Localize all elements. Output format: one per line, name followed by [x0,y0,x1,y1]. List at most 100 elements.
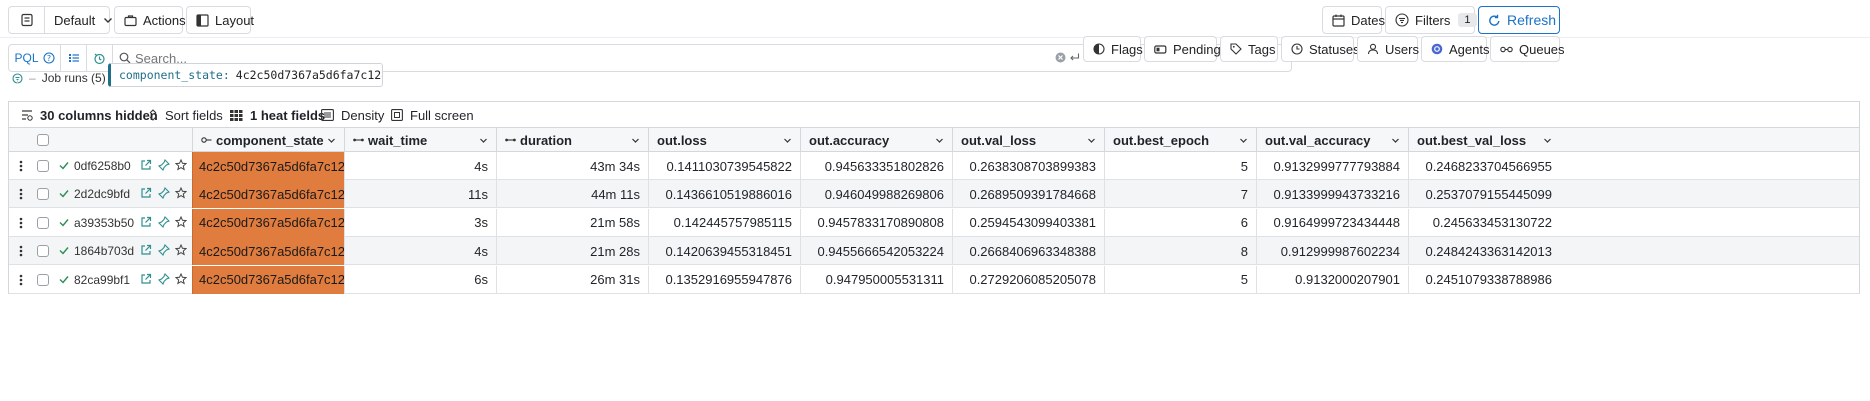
best-val-loss-cell[interactable]: 0.245633453130722 [1408,208,1560,237]
best-val-loss-cell[interactable]: 0.2468233704566955 [1408,152,1560,180]
row-menu-icon[interactable] [19,160,23,172]
val-accuracy-cell[interactable]: 0.9132999777793884 [1256,152,1408,180]
pin-icon[interactable] [158,215,170,228]
component-state-cell[interactable]: 4c2c50d7367a5d6fa7c128... [192,208,344,237]
clear-search-icon[interactable] [1055,52,1066,63]
val-loss-cell[interactable]: 0.2638308703899383 [952,152,1104,180]
list-view-toggle[interactable] [61,45,87,71]
chevron-down-icon[interactable] [1391,136,1400,145]
column-header-component-state[interactable]: component_state [192,128,344,152]
tags-filter-button[interactable]: Tags [1220,36,1278,62]
pin-icon[interactable] [158,159,170,171]
best-val-loss-cell[interactable]: 0.2451079338788986 [1408,265,1560,294]
row-checkbox[interactable] [37,188,49,201]
pending-filter-button[interactable]: Pending [1144,36,1221,62]
run-id[interactable]: 82ca99bf1 [74,273,130,287]
column-header-out-best-epoch[interactable]: out.best_epoch [1104,128,1256,152]
accuracy-cell[interactable]: 0.946049988269806 [800,180,952,209]
full-screen-button[interactable]: Full screen [391,102,474,128]
row-menu-icon[interactable] [19,217,23,229]
val-accuracy-cell[interactable]: 0.912999987602234 [1256,237,1408,266]
row-checkbox[interactable] [37,216,49,229]
wait-time-cell[interactable]: 4s [344,152,496,180]
best-epoch-cell[interactable]: 5 [1104,152,1256,180]
wait-time-cell[interactable]: 11s [344,180,496,209]
component-state-cell[interactable]: 4c2c50d7367a5d6fa7c128... [192,237,344,266]
component-state-cell[interactable]: 4c2c50d7367a5d6fa7c128... [192,180,344,209]
pql-mode-toggle[interactable]: PQL ? [9,45,61,71]
queues-filter-button[interactable]: Queues [1490,36,1565,62]
accuracy-cell[interactable]: 0.945633351802826 [800,152,952,180]
val-loss-cell[interactable]: 0.2594543099403381 [952,208,1104,237]
row-menu-icon[interactable] [19,188,23,200]
row-menu-icon[interactable] [19,245,23,257]
duration-cell[interactable]: 44m 11s [496,180,648,209]
wait-time-cell[interactable]: 6s [344,265,496,294]
sort-fields-button[interactable]: Sort fields [148,102,223,128]
column-header-duration[interactable]: duration [496,128,648,152]
chevron-down-icon[interactable] [1087,136,1096,145]
agents-filter-button[interactable]: Agents [1421,36,1489,62]
accuracy-cell[interactable]: 0.947950005531311 [800,265,952,294]
chevron-down-icon[interactable] [631,136,640,145]
val-accuracy-cell[interactable]: 0.9132000207901 [1256,265,1408,294]
column-header-out-accuracy[interactable]: out.accuracy [800,128,952,152]
dates-button[interactable]: Dates [1322,6,1385,34]
val-accuracy-cell[interactable]: 0.9133999943733216 [1256,180,1408,209]
chevron-down-icon[interactable] [327,136,336,145]
star-icon[interactable] [175,244,187,256]
best-val-loss-cell[interactable]: 0.2484243363142013 [1408,237,1560,266]
loss-cell[interactable]: 0.1352916955947876 [648,265,800,294]
breadcrumb-job-runs[interactable]: Job runs (5) [42,71,106,85]
heat-fields-button[interactable]: 1 heat fields [230,102,325,128]
duration-cell[interactable]: 21m 58s [496,208,648,237]
best-val-loss-cell[interactable]: 0.2537079155445099 [1408,180,1560,209]
row-checkbox[interactable] [37,273,49,286]
chevron-down-icon[interactable] [783,136,792,145]
pin-icon[interactable] [158,272,170,285]
table-row[interactable]: 2d2dc9bfd 4c2c50d7367a5d6fa7c128... 11s … [9,180,1859,209]
chevron-down-icon[interactable] [1239,136,1248,145]
best-epoch-cell[interactable]: 8 [1104,237,1256,266]
refresh-button[interactable]: Refresh [1478,6,1560,34]
val-accuracy-cell[interactable]: 0.9164999723434448 [1256,208,1408,237]
hidden-columns-button[interactable]: 30 columns hidden [21,102,158,128]
star-icon[interactable] [175,272,187,285]
wait-time-cell[interactable]: 3s [344,208,496,237]
accuracy-cell[interactable]: 0.9455666542053224 [800,237,952,266]
star-icon[interactable] [175,159,187,171]
help-icon[interactable]: ? [42,52,55,64]
filters-button[interactable]: Filters 1 [1385,6,1477,34]
open-external-icon[interactable] [140,216,152,228]
column-header-out-val-accuracy[interactable]: out.val_accuracy [1256,128,1408,152]
loss-cell[interactable]: 0.1436610519886016 [648,180,800,209]
column-header-out-loss[interactable]: out.loss [648,128,800,152]
row-menu-icon[interactable] [19,274,23,286]
select-all-checkbox[interactable] [37,134,49,146]
open-external-icon[interactable] [140,244,152,256]
run-id[interactable]: 2d2dc9bfd [74,187,130,201]
best-epoch-cell[interactable]: 7 [1104,180,1256,209]
view-select[interactable]: Default [44,6,113,34]
open-external-icon[interactable] [140,187,152,199]
enter-icon[interactable] [1069,52,1080,63]
duration-cell[interactable]: 43m 34s [496,152,648,180]
flags-filter-button[interactable]: Flags [1083,36,1143,62]
star-icon[interactable] [175,187,187,199]
duration-cell[interactable]: 26m 31s [496,265,648,294]
chevron-down-icon[interactable] [1543,136,1552,145]
run-id[interactable]: 1864b703d [74,244,134,258]
open-external-icon[interactable] [140,159,152,171]
star-icon[interactable] [175,215,187,228]
column-header-out-best-val-loss[interactable]: out.best_val_loss [1408,128,1560,152]
component-state-cell[interactable]: 4c2c50d7367a5d6fa7c128... [192,265,344,294]
table-row[interactable]: 82ca99bf1 4c2c50d7367a5d6fa7c128... 6s 2… [9,265,1859,294]
column-header-out-val-loss[interactable]: out.val_loss [952,128,1104,152]
val-loss-cell[interactable]: 0.2668406963348388 [952,237,1104,266]
table-row[interactable]: a39353b50 4c2c50d7367a5d6fa7c128... 3s 2… [9,208,1859,237]
component-state-cell[interactable]: 4c2c50d7367a5d6fa7c128... [192,152,344,180]
best-epoch-cell[interactable]: 5 [1104,265,1256,294]
save-view-button[interactable] [8,6,44,34]
users-filter-button[interactable]: Users [1357,36,1419,62]
layout-button[interactable]: Layout [186,6,254,34]
